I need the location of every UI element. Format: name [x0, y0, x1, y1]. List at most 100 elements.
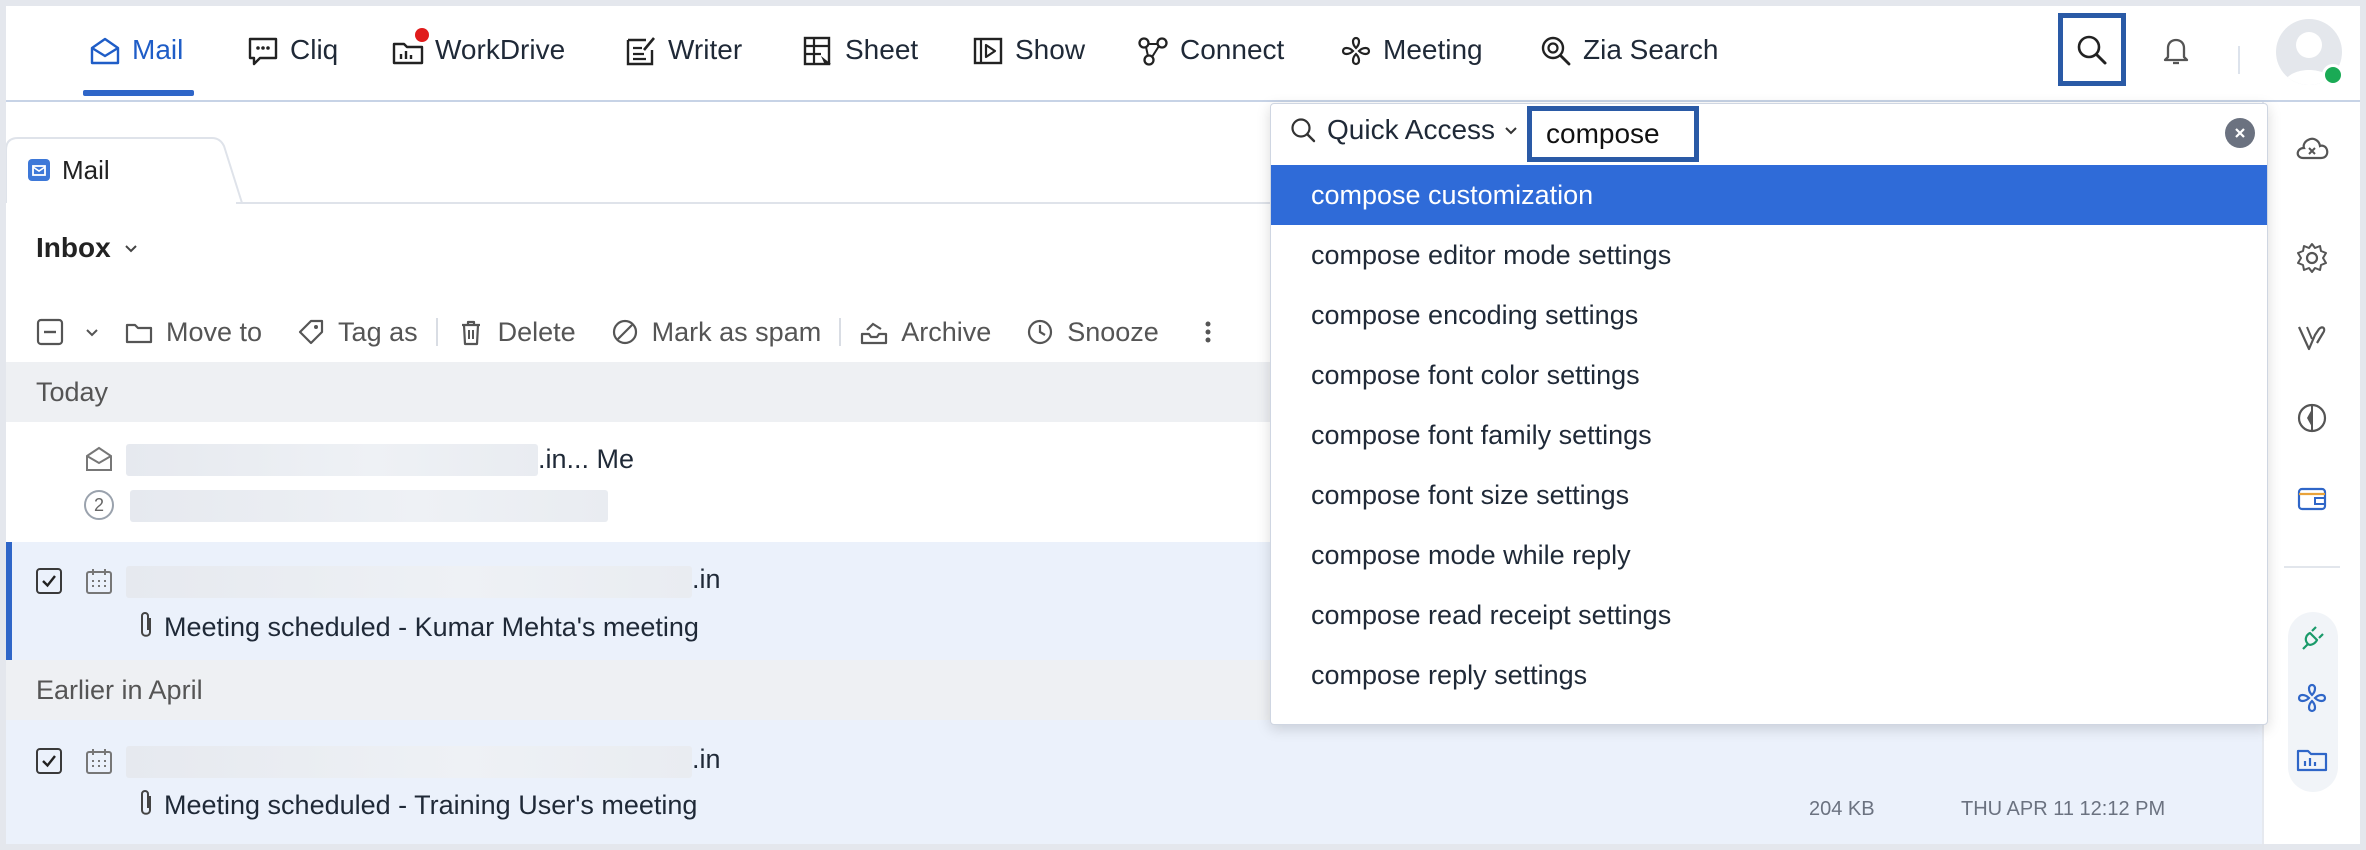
app-label: Connect: [1180, 34, 1285, 65]
quick-access-result[interactable]: compose font size settings: [1271, 465, 2267, 525]
group-label: Earlier in April: [36, 674, 203, 705]
app-label: Zia Search: [1583, 34, 1719, 65]
global-search-button[interactable]: [2058, 13, 2126, 86]
app-workdrive[interactable]: WorkDrive: [391, 28, 566, 84]
show-icon: [971, 34, 1005, 68]
app-window: Mail Cliq WorkDrive Writer Sheet Show Co…: [6, 6, 2360, 844]
chevron-down-icon: [123, 240, 139, 256]
app-label: Mail: [132, 34, 184, 65]
delete-label: Delete: [497, 316, 576, 347]
online-status-dot: [2322, 64, 2344, 86]
tag-as-label: Tag as: [338, 316, 418, 347]
app-label: Show: [1015, 34, 1086, 65]
thread-count-badge: 2: [84, 490, 114, 520]
quick-access-search-bar: Quick Access: [1271, 104, 2267, 164]
redacted-sender: [126, 746, 692, 778]
more-options-icon[interactable]: [1203, 317, 1213, 347]
signature-icon[interactable]: [2292, 318, 2332, 358]
clear-search-button[interactable]: [2225, 118, 2255, 148]
mail-tab-icon: [28, 159, 50, 181]
snooze-button[interactable]: Snooze: [1025, 317, 1159, 348]
compass-icon[interactable]: [2292, 398, 2332, 438]
select-all-checkbox[interactable]: [36, 318, 64, 346]
archive-button[interactable]: Archive: [859, 317, 991, 348]
workdrive-icon: [391, 28, 429, 68]
rail-divider: [2284, 566, 2340, 568]
app-show[interactable]: Show: [971, 34, 1085, 84]
group-label: Today: [36, 376, 109, 407]
quick-access-result[interactable]: compose editor mode settings: [1271, 225, 2267, 285]
topbar-divider: [2238, 46, 2240, 74]
search-icon: [2075, 33, 2109, 67]
wallet-icon[interactable]: [2292, 478, 2332, 518]
app-label: Cliq: [290, 34, 339, 65]
quick-access-result[interactable]: compose read receipt settings: [1271, 585, 2267, 645]
selection-indicator: [6, 542, 12, 660]
folder-icon: [125, 323, 153, 344]
gear-icon[interactable]: [2292, 238, 2332, 278]
calendar-icon: [84, 746, 114, 776]
sheet-icon: [801, 34, 835, 68]
right-rail: [2262, 102, 2360, 844]
search-scope-selector[interactable]: Quick Access: [1289, 114, 1529, 146]
active-app-indicator: [83, 90, 194, 96]
redacted-sender: [126, 566, 692, 598]
quick-access-result[interactable]: compose customization: [1271, 165, 2267, 225]
quick-access-result[interactable]: compose mode while reply: [1271, 525, 2267, 585]
chevron-down-icon[interactable]: [84, 324, 100, 340]
app-label: Meeting: [1383, 34, 1483, 65]
cloud-sync-icon[interactable]: [2292, 128, 2332, 168]
quick-access-result[interactable]: compose font color settings: [1271, 345, 2267, 405]
archive-icon: [861, 322, 888, 345]
app-label: WorkDrive: [435, 34, 566, 65]
folder-name: Inbox: [36, 232, 111, 263]
archive-label: Archive: [901, 316, 992, 347]
quick-access-result[interactable]: compose reply settings: [1271, 645, 2267, 705]
app-connect[interactable]: Connect: [1136, 34, 1284, 84]
notification-badge: [415, 28, 429, 42]
email-subject: Meeting scheduled - Training User's meet…: [164, 790, 698, 820]
delete-button[interactable]: Delete: [456, 317, 576, 348]
tag-as-button[interactable]: Tag as: [296, 317, 418, 348]
tab-mail[interactable]: Mail: [6, 138, 236, 202]
app-cliq[interactable]: Cliq: [246, 34, 338, 84]
quick-access-search-input[interactable]: [1527, 106, 1699, 162]
quick-access-results: compose customization compose editor mod…: [1271, 165, 2267, 705]
toolbar-divider: [435, 318, 438, 346]
paperclip-icon: [136, 610, 156, 640]
mark-as-spam-button[interactable]: Mark as spam: [610, 317, 821, 348]
tab-label: Mail: [62, 154, 110, 185]
redacted-sender: [126, 444, 538, 476]
cliq-chat-icon: [246, 34, 280, 68]
app-mail[interactable]: Mail: [88, 34, 183, 84]
sender-name: .in... Me: [538, 444, 635, 474]
connect-icon: [1136, 34, 1170, 68]
chevron-down-icon: [1505, 127, 1517, 135]
trash-icon: [461, 320, 480, 346]
tag-icon: [298, 319, 324, 345]
meeting-icon[interactable]: [2292, 678, 2332, 718]
app-zia-search[interactable]: Zia Search: [1539, 34, 1718, 84]
plug-icon[interactable]: [2292, 618, 2332, 658]
mail-app-icon: [88, 34, 122, 68]
move-to-button[interactable]: Move to: [124, 317, 262, 348]
bell-icon: [2159, 33, 2193, 67]
top-app-bar: Mail Cliq WorkDrive Writer Sheet Show Co…: [6, 6, 2360, 102]
row-checkbox[interactable]: [36, 568, 62, 594]
app-writer[interactable]: Writer: [624, 34, 742, 84]
spam-icon: [612, 319, 637, 345]
quick-access-result[interactable]: compose encoding settings: [1271, 285, 2267, 345]
toolbar-divider: [839, 318, 842, 346]
snooze-label: Snooze: [1067, 316, 1159, 347]
notifications-button[interactable]: [2154, 28, 2198, 72]
row-checkbox[interactable]: [36, 748, 62, 774]
quick-access-result[interactable]: compose font family settings: [1271, 405, 2267, 465]
app-sheet[interactable]: Sheet: [801, 34, 918, 84]
zia-search-icon: [1539, 34, 1573, 68]
app-label: Sheet: [845, 34, 919, 65]
list-item[interactable]: .in Meeting scheduled - Training User's …: [6, 720, 2262, 844]
app-meeting[interactable]: Meeting: [1339, 34, 1483, 84]
folder-selector[interactable]: Inbox: [36, 232, 139, 264]
workdrive-icon[interactable]: [2292, 738, 2332, 778]
clock-icon: [1028, 319, 1053, 345]
